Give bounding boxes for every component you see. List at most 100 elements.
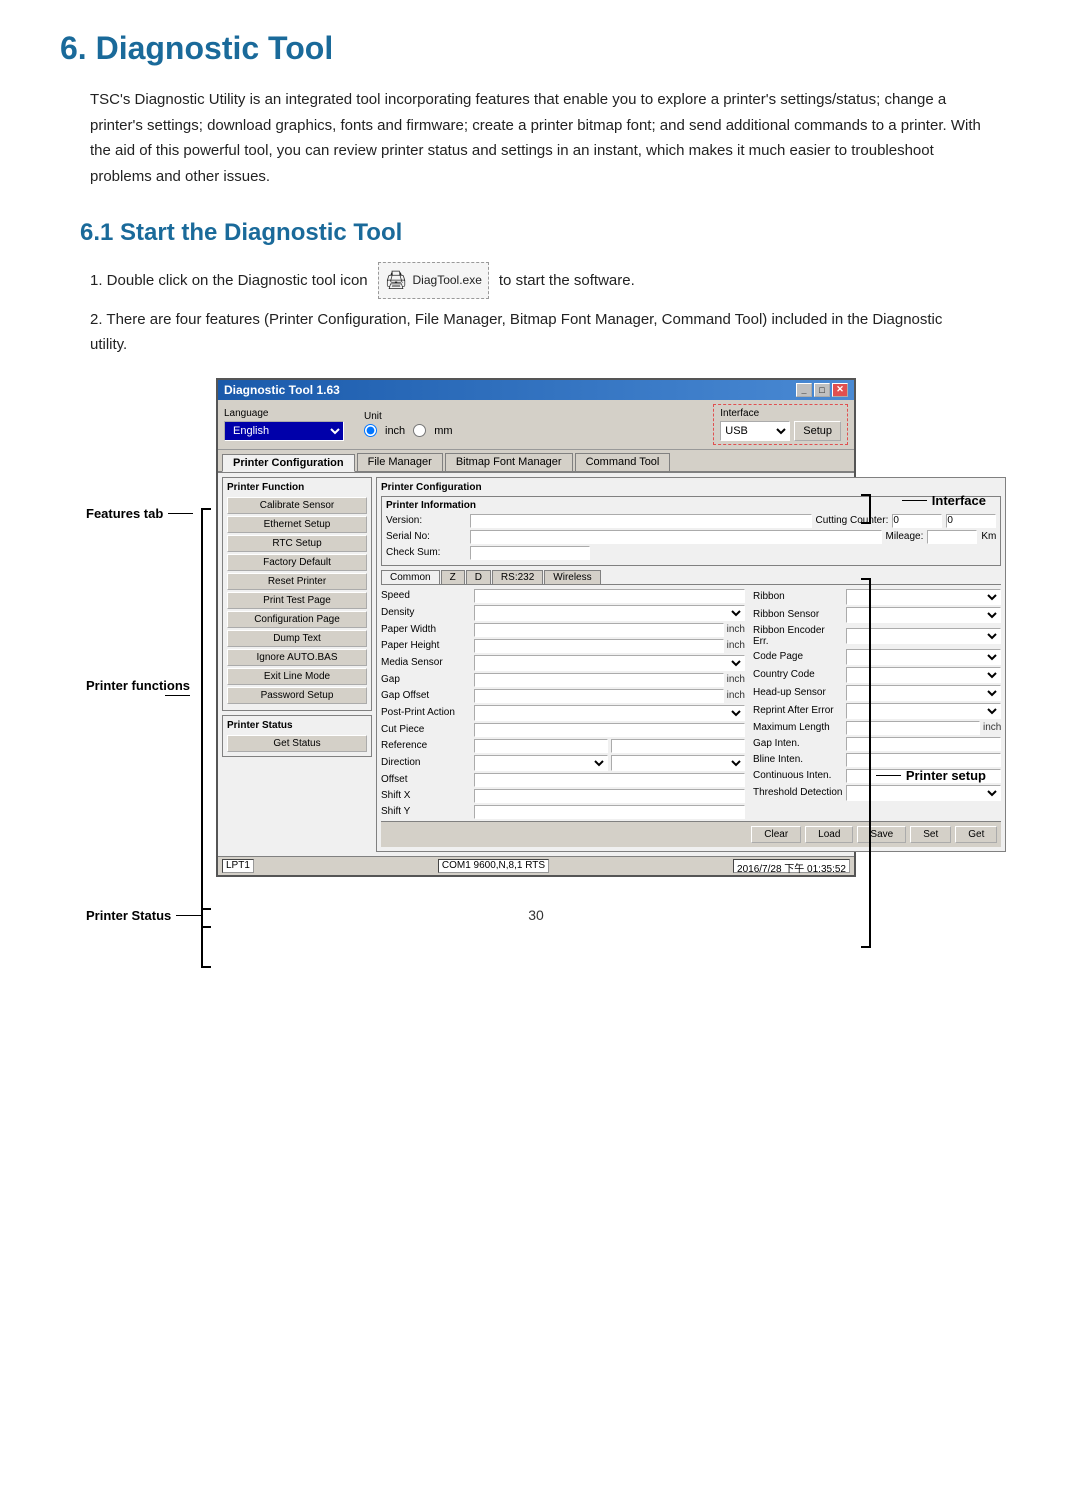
post-print-row: Post-Print Action: [381, 705, 745, 721]
reset-printer-button[interactable]: Reset Printer: [227, 573, 367, 590]
close-button[interactable]: ✕: [832, 383, 848, 397]
gap-offset-label: Gap Offset: [381, 690, 471, 701]
annotation-features-tab: Features tab: [86, 506, 193, 521]
version-row: Version: Cutting Counter:: [386, 514, 996, 528]
tab-file-manager[interactable]: File Manager: [357, 453, 443, 471]
serial-field[interactable]: [470, 530, 882, 544]
unit-inch-radio[interactable]: [364, 424, 377, 437]
titlebar-controls[interactable]: _ □ ✕: [796, 383, 848, 397]
get-button[interactable]: Get: [955, 826, 997, 843]
get-status-button[interactable]: Get Status: [227, 735, 367, 752]
density-select[interactable]: [474, 605, 745, 621]
country-code-row: Country Code: [753, 667, 1001, 683]
printer-symbol: 🖨: [385, 265, 408, 296]
reference-row: Reference: [381, 739, 745, 753]
paper-width-row: Paper Width inch: [381, 623, 745, 637]
left-panel: Printer Function Calibrate Sensor Ethern…: [222, 477, 372, 852]
version-field[interactable]: [470, 514, 812, 528]
maximize-button[interactable]: □: [814, 383, 830, 397]
main-content: Printer Function Calibrate Sensor Ethern…: [218, 473, 854, 856]
post-print-select[interactable]: [474, 705, 745, 721]
subtab-z[interactable]: Z: [441, 570, 465, 584]
serial-label: Serial No:: [386, 531, 466, 542]
configuration-page-button[interactable]: Configuration Page: [227, 611, 367, 628]
reference-field2[interactable]: [611, 739, 745, 753]
reference-field1[interactable]: [474, 739, 608, 753]
ignore-autobas-button[interactable]: Ignore AUTO.BAS: [227, 649, 367, 666]
setup-button[interactable]: Setup: [794, 421, 841, 441]
cut-piece-field[interactable]: [474, 723, 745, 737]
top-controls: Language English Chinese Japanese Unit i…: [218, 400, 854, 450]
gap-inten-label: Gap Inten.: [753, 738, 843, 749]
load-button[interactable]: Load: [805, 826, 853, 843]
exit-line-mode-button[interactable]: Exit Line Mode: [227, 668, 367, 685]
serial-row: Serial No: Mileage: Km: [386, 530, 996, 544]
unit-mm-label: mm: [434, 425, 452, 437]
step1-prefix: 1. Double click on the Diagnostic tool i…: [90, 268, 368, 294]
printer-status-panel: Printer Status Get Status: [222, 715, 372, 757]
shifty-field[interactable]: [474, 805, 745, 819]
rtc-setup-button[interactable]: RTC Setup: [227, 535, 367, 552]
unit-mm-radio[interactable]: [413, 424, 426, 437]
gap-offset-field[interactable]: [474, 689, 724, 703]
media-sensor-label: Media Sensor: [381, 657, 471, 668]
ethernet-setup-button[interactable]: Ethernet Setup: [227, 516, 367, 533]
minimize-button[interactable]: _: [796, 383, 812, 397]
max-length-label: Maximum Length: [753, 722, 843, 733]
direction-label: Direction: [381, 757, 471, 768]
max-length-unit: inch: [983, 722, 1001, 733]
language-select[interactable]: English Chinese Japanese: [224, 421, 344, 441]
printer-function-panel: Printer Function Calibrate Sensor Ethern…: [222, 477, 372, 711]
annotation-printer-functions: Printer functions: [86, 678, 190, 696]
password-setup-button[interactable]: Password Setup: [227, 687, 367, 704]
speed-field[interactable]: [474, 589, 745, 603]
interface-select[interactable]: USB COM1 LPT1: [720, 421, 790, 441]
subtab-wireless[interactable]: Wireless: [544, 570, 600, 584]
printer-function-title: Printer Function: [227, 482, 367, 493]
print-test-page-button[interactable]: Print Test Page: [227, 592, 367, 609]
paper-height-field[interactable]: [474, 639, 724, 653]
reprint-label: Reprint After Error: [753, 705, 843, 716]
subtab-d[interactable]: D: [466, 570, 491, 584]
direction-select2[interactable]: [611, 755, 745, 771]
annotation-interface: Interface: [902, 493, 986, 508]
language-label: Language: [224, 408, 344, 419]
annotation-printer-setup: Printer setup: [876, 768, 986, 783]
interface-group-label: Interface: [720, 408, 841, 419]
subtab-rs232[interactable]: RS:232: [492, 570, 543, 584]
gap-field[interactable]: [474, 673, 724, 687]
threshold-row: Threshold Detection: [753, 785, 1001, 801]
checksum-field[interactable]: [470, 546, 590, 560]
subtab-common[interactable]: Common: [381, 570, 440, 584]
dump-text-button[interactable]: Dump Text: [227, 630, 367, 647]
direction-select1[interactable]: [474, 755, 608, 771]
code-page-row: Code Page: [753, 649, 1001, 665]
media-sensor-select[interactable]: [474, 655, 745, 671]
diagtool-icon: 🖨 DiagTool.exe: [378, 262, 489, 299]
shiftx-field[interactable]: [474, 789, 745, 803]
tab-bitmap-font-manager[interactable]: Bitmap Font Manager: [445, 453, 573, 471]
gap-offset-row: Gap Offset inch: [381, 689, 745, 703]
ribbon-sensor-label: Ribbon Sensor: [753, 609, 843, 620]
config-title: Printer Configuration: [381, 482, 1001, 493]
mileage-field[interactable]: [927, 530, 977, 544]
calibrate-sensor-button[interactable]: Calibrate Sensor: [227, 497, 367, 514]
status-com: COM1 9600,N,8,1 RTS: [438, 859, 549, 873]
offset-field[interactable]: [474, 773, 745, 787]
cutting-value1-field[interactable]: [892, 514, 942, 528]
printer-setup-label: Printer setup: [906, 768, 986, 783]
km-label: Km: [981, 531, 996, 542]
step1-suffix: to start the software.: [499, 268, 635, 294]
clear-button[interactable]: Clear: [751, 826, 801, 843]
paper-width-field[interactable]: [474, 623, 724, 637]
action-bar: Clear Load Save Set Get: [381, 821, 1001, 847]
tab-command-tool[interactable]: Command Tool: [575, 453, 671, 471]
section-61-title: 6.1 Start the Diagnostic Tool: [80, 219, 1012, 247]
set-button[interactable]: Set: [910, 826, 951, 843]
gap-offset-unit: inch: [727, 690, 745, 701]
tab-printer-configuration[interactable]: Printer Configuration: [222, 454, 355, 472]
language-group: Language English Chinese Japanese: [224, 408, 344, 441]
bline-inten-label: Bline Inten.: [753, 754, 843, 765]
cutting-value2-field[interactable]: [946, 514, 996, 528]
factory-default-button[interactable]: Factory Default: [227, 554, 367, 571]
